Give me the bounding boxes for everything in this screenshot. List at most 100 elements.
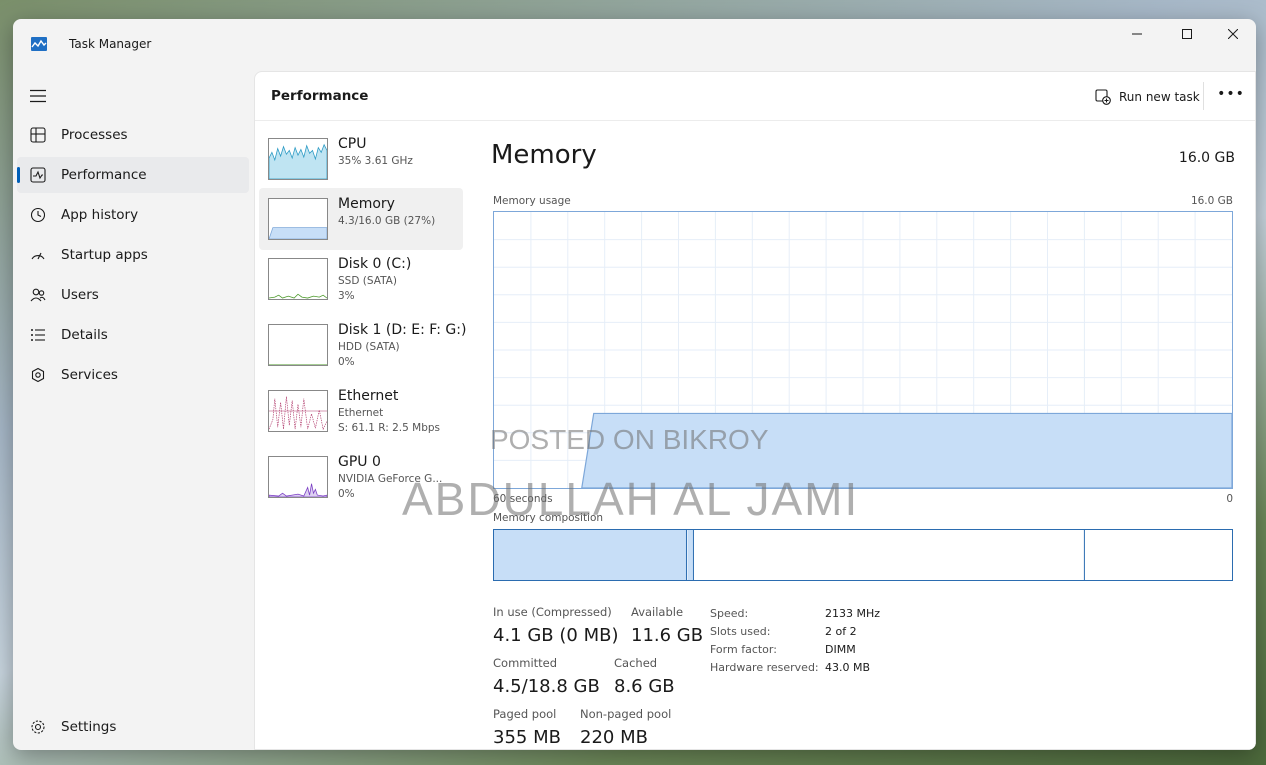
run-new-task-icon (1095, 89, 1111, 105)
cached-label: Cached (614, 656, 658, 670)
perf-sub2-disk-1: 0% (338, 356, 355, 368)
form-factor-value: DIMM (825, 643, 856, 656)
more-options-button[interactable]: ••• (1217, 86, 1245, 108)
window-title: Task Manager (69, 37, 152, 51)
perf-sub-disk-1: HDD (SATA) (338, 341, 400, 353)
graph-axis-right-label: 0 (1226, 493, 1233, 505)
form-factor-label: Form factor: (710, 643, 777, 656)
slots-used-value: 2 of 2 (825, 625, 857, 638)
memory-usage-area (581, 412, 1232, 488)
perf-sub2-gpu-0: 0% (338, 488, 355, 500)
perf-item-disk-0[interactable]: Disk 0 (C:) SSD (SATA) 3% (259, 248, 463, 310)
speed-value: 2133 MHz (825, 607, 881, 620)
nav-label-services: Services (61, 367, 118, 383)
performance-resource-list: CPU 35% 3.61 GHz Memory 4.3/16.0 GB (27%… (259, 128, 469, 528)
gpu-0-thumbnail-graph (268, 456, 328, 498)
header-divider (1203, 82, 1204, 110)
composition-modified (687, 530, 694, 580)
header-separator (255, 120, 1255, 121)
in-use-label: In use (Compressed) (493, 605, 612, 619)
perf-sub-disk-0: SSD (SATA) (338, 275, 397, 287)
nav-label-users: Users (61, 287, 99, 303)
task-manager-app-icon (31, 37, 47, 51)
perf-item-disk-1[interactable]: Disk 1 (D: E: F: G:) HDD (SATA) 0% (259, 314, 467, 376)
run-new-task-button[interactable]: Run new task (1095, 86, 1200, 108)
perf-sub2-ethernet: S: 61.1 R: 2.5 Mbps (338, 422, 441, 434)
settings-gear-icon (29, 718, 47, 736)
in-use-value: 4.1 GB (0 MB) (493, 625, 619, 646)
details-icon (29, 326, 47, 344)
available-label: Available (631, 605, 684, 619)
minimize-icon (1132, 33, 1142, 35)
perf-sub-memory: 4.3/16.0 GB (27%) (338, 215, 436, 227)
paged-pool-value: 355 MB (493, 727, 561, 748)
nav-item-startup-apps[interactable]: Startup apps (17, 237, 249, 273)
nav-item-app-history[interactable]: App history (17, 197, 249, 233)
maximize-button[interactable] (1164, 19, 1210, 49)
app-history-icon (29, 206, 47, 224)
disk-0-thumbnail-graph (268, 258, 328, 300)
users-icon (29, 286, 47, 304)
active-indicator (17, 167, 20, 183)
graph-axis-left-label: 60 seconds (493, 493, 553, 505)
services-icon (29, 366, 47, 384)
cpu-thumbnail-graph (268, 138, 328, 180)
perf-name-cpu: CPU (338, 136, 367, 152)
task-manager-window: Task Manager Processes Performance App h… (13, 19, 1256, 750)
memory-usage-label: Memory usage (493, 195, 571, 207)
perf-name-gpu-0: GPU 0 (338, 454, 381, 470)
perf-item-memory[interactable]: Memory 4.3/16.0 GB (27%) (259, 188, 463, 250)
nav-label-settings: Settings (61, 719, 117, 735)
processes-icon (29, 126, 47, 144)
slots-used-label: Slots used: (710, 625, 771, 638)
title-bar: Task Manager (13, 19, 1256, 71)
nav-item-performance[interactable]: Performance (17, 157, 249, 193)
perf-item-gpu-0[interactable]: GPU 0 NVIDIA GeForce G... 0% (259, 446, 463, 508)
nav-item-services[interactable]: Services (17, 357, 249, 393)
perf-name-disk-0: Disk 0 (C:) (338, 256, 412, 272)
nav-item-users[interactable]: Users (17, 277, 249, 313)
committed-value: 4.5/18.8 GB (493, 676, 600, 697)
nav-item-settings[interactable]: Settings (17, 709, 249, 745)
perf-name-disk-1: Disk 1 (D: E: F: G:) (338, 322, 467, 338)
memory-composition-label: Memory composition (493, 512, 604, 524)
startup-apps-icon (29, 246, 47, 264)
memory-usage-max: 16.0 GB (1190, 195, 1233, 207)
perf-sub2-disk-0: 3% (338, 290, 355, 302)
perf-item-ethernet[interactable]: Ethernet Ethernet S: 61.1 R: 2.5 Mbps (259, 380, 463, 442)
memory-thumbnail-graph (268, 198, 328, 240)
hamburger-menu-icon[interactable] (29, 89, 47, 103)
paged-pool-label: Paged pool (493, 707, 557, 721)
nav-label-app-history: App history (61, 207, 139, 223)
non-paged-pool-value: 220 MB (580, 727, 648, 748)
memory-composition-bar (493, 529, 1233, 581)
page-title: Performance (271, 88, 369, 104)
nav-label-processes: Processes (61, 127, 128, 143)
speed-label: Speed: (710, 607, 749, 620)
nav-item-details[interactable]: Details (17, 317, 249, 353)
minimize-button[interactable] (1114, 19, 1160, 49)
perf-item-cpu[interactable]: CPU 35% 3.61 GHz (259, 128, 463, 190)
hardware-reserved-label: Hardware reserved: (710, 661, 819, 674)
hardware-reserved-value: 43.0 MB (825, 661, 871, 674)
disk-1-thumbnail-graph (268, 324, 328, 366)
perf-sub-gpu-0: NVIDIA GeForce G... (338, 473, 443, 485)
close-button[interactable] (1210, 19, 1256, 49)
navigation-pane: Processes Performance App history Startu… (13, 71, 254, 750)
close-icon (1228, 29, 1238, 39)
ethernet-thumbnail-graph (268, 390, 328, 432)
performance-content: Performance Run new task ••• CPU 35% 3.6… (254, 71, 1256, 750)
nav-label-performance: Performance (61, 167, 147, 183)
perf-sub-ethernet: Ethernet (338, 407, 384, 419)
non-paged-pool-label: Non-paged pool (580, 707, 672, 721)
memory-heading: Memory (491, 140, 597, 170)
memory-usage-graph (493, 211, 1233, 489)
committed-label: Committed (493, 656, 558, 670)
perf-name-ethernet: Ethernet (338, 388, 399, 404)
maximize-icon (1182, 29, 1192, 39)
available-value: 11.6 GB (631, 625, 704, 646)
run-new-task-label: Run new task (1119, 90, 1200, 104)
nav-item-processes[interactable]: Processes (17, 117, 249, 153)
perf-sub-cpu: 35% 3.61 GHz (338, 155, 413, 167)
nav-label-details: Details (61, 327, 108, 343)
